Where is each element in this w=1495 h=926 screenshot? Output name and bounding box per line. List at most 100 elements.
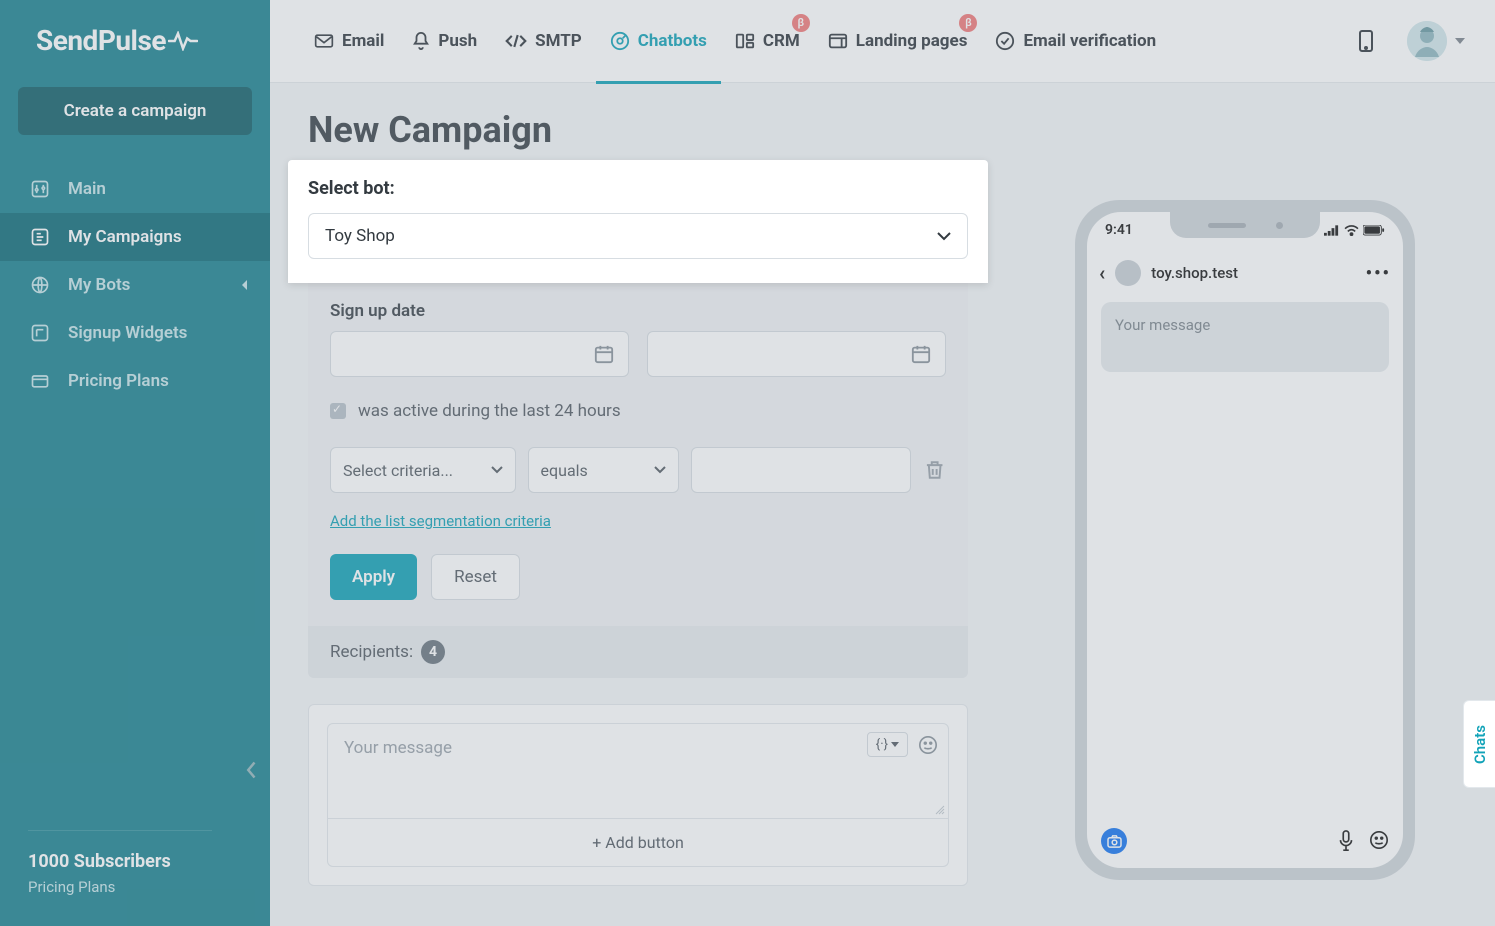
sidebar-item-my-campaigns[interactable]: My Campaigns <box>0 213 270 261</box>
bell-icon <box>412 31 430 51</box>
date-from-input[interactable] <box>330 331 629 377</box>
subscribers-count: 1000 Subscribers <box>28 851 212 872</box>
phone-status-bar: 9:41 <box>1105 222 1385 238</box>
nav-chatbots[interactable]: Chatbots <box>596 0 721 83</box>
nav-smtp[interactable]: SMTP <box>491 0 596 83</box>
emoji-icon[interactable] <box>918 735 938 755</box>
sidebar-item-signup-widgets[interactable]: Signup Widgets <box>0 309 270 357</box>
wifi-icon <box>1344 225 1359 236</box>
sidebar-item-main[interactable]: Main <box>0 165 270 213</box>
sliders-icon <box>30 179 50 199</box>
nav-label: Landing pages <box>856 31 968 51</box>
nav-label: Email verification <box>1023 31 1156 51</box>
message-card: {·} + Add button <box>308 704 968 886</box>
message-bubble: Your message <box>1101 302 1389 372</box>
calendar-icon <box>594 344 614 364</box>
sidebar: SendPulse Create a campaign Main My Camp… <box>0 0 270 926</box>
apply-button[interactable]: Apply <box>330 554 417 600</box>
sidebar-item-pricing-plans[interactable]: Pricing Plans <box>0 357 270 405</box>
sidebar-item-label: My Bots <box>68 275 130 295</box>
calendar-icon <box>911 344 931 364</box>
chats-side-tab[interactable]: Chats <box>1463 700 1495 788</box>
check-circle-icon <box>995 31 1015 51</box>
beta-badge: β <box>959 14 977 32</box>
sidebar-nav: Main My Campaigns My Bots Signup Widgets… <box>0 165 270 926</box>
reset-button[interactable]: Reset <box>431 554 520 600</box>
criteria-placeholder: Select criteria... <box>343 461 453 480</box>
create-campaign-button[interactable]: Create a campaign <box>18 87 252 135</box>
add-criteria-link[interactable]: Add the list segmentation criteria <box>330 512 551 530</box>
chevron-down-icon <box>937 232 951 241</box>
battery-icon <box>1363 225 1385 236</box>
condition-label: equals <box>541 461 588 480</box>
checkbox-label: was active during the last 24 hours <box>358 401 621 421</box>
criteria-select[interactable]: Select criteria... <box>330 447 516 493</box>
caret-down-icon <box>891 742 899 748</box>
bot-selected: Toy Shop <box>325 226 395 246</box>
brand-logo[interactable]: SendPulse <box>0 0 270 87</box>
segmentation-card: Sign up date was active during the last … <box>308 277 968 678</box>
beta-badge: β <box>792 14 810 32</box>
chat-footer <box>1101 828 1389 854</box>
code-icon <box>505 33 527 49</box>
chatbot-icon <box>610 31 630 51</box>
nav-landing-pages[interactable]: Landing pages β <box>814 0 982 83</box>
nav-label: CRM <box>763 31 800 51</box>
nav-label: Email <box>342 31 384 51</box>
chats-tab-label: Chats <box>1471 725 1489 764</box>
resize-handle-icon[interactable] <box>935 805 945 815</box>
chat-name: toy.shop.test <box>1151 264 1355 282</box>
sidebar-item-my-bots[interactable]: My Bots <box>0 261 270 309</box>
chevron-down-icon <box>491 466 503 474</box>
card-icon <box>30 371 50 391</box>
landing-icon <box>828 32 848 50</box>
recipients-badge: 4 <box>421 640 445 664</box>
add-button-button[interactable]: + Add button <box>327 819 949 867</box>
chevron-down-icon <box>654 466 666 474</box>
back-icon[interactable]: ‹ <box>1099 261 1105 285</box>
message-textarea[interactable] <box>328 724 948 814</box>
nav-label: Chatbots <box>638 31 707 51</box>
crm-icon <box>735 32 755 50</box>
camera-button[interactable] <box>1101 828 1127 854</box>
variable-button[interactable]: {·} <box>867 732 908 757</box>
nav-email[interactable]: Email <box>300 0 398 83</box>
active-checkbox-row[interactable]: was active during the last 24 hours <box>330 401 946 421</box>
campaign-icon <box>30 227 50 247</box>
more-icon[interactable]: ••• <box>1366 263 1391 284</box>
checkbox-icon <box>330 403 346 419</box>
mobile-icon[interactable] <box>1359 30 1373 52</box>
caret-down-icon[interactable] <box>1455 38 1465 44</box>
camera-icon <box>1107 835 1122 848</box>
sidebar-item-label: Signup Widgets <box>68 323 187 343</box>
recipients-row: Recipients: 4 <box>308 626 968 678</box>
phone-preview: 9:41 ‹ toy.shop.test ••• Your message <box>1075 200 1415 880</box>
user-avatar[interactable] <box>1407 21 1447 61</box>
trash-icon[interactable] <box>923 458 946 482</box>
chat-header: ‹ toy.shop.test ••• <box>1099 260 1391 286</box>
sidebar-item-label: Main <box>68 179 106 199</box>
sidebar-item-label: Pricing Plans <box>68 371 169 391</box>
condition-select[interactable]: equals <box>528 447 680 493</box>
widget-icon <box>30 323 50 343</box>
collapse-sidebar-button[interactable] <box>245 760 259 780</box>
criteria-value-input[interactable] <box>691 447 911 493</box>
select-bot-section: Select bot: Toy Shop <box>288 160 988 283</box>
recipients-label: Recipients: <box>330 642 413 662</box>
signal-icon <box>1324 225 1340 236</box>
emoji-icon[interactable] <box>1369 830 1389 850</box>
nav-push[interactable]: Push <box>398 0 491 83</box>
nav-crm[interactable]: CRM β <box>721 0 814 83</box>
bot-select[interactable]: Toy Shop <box>308 213 968 259</box>
pulse-icon <box>168 31 198 51</box>
mic-icon[interactable] <box>1337 830 1355 852</box>
avatar-icon <box>1407 21 1447 61</box>
pricing-plans-link[interactable]: Pricing Plans <box>28 878 212 896</box>
date-to-input[interactable] <box>647 331 946 377</box>
brand-name: SendPulse <box>36 24 166 57</box>
nav-email-verification[interactable]: Email verification <box>981 0 1170 83</box>
page-title: New Campaign <box>308 109 1451 151</box>
sidebar-footer: 1000 Subscribers Pricing Plans <box>0 830 240 896</box>
globe-icon <box>30 275 50 295</box>
caret-left-icon <box>242 280 248 290</box>
